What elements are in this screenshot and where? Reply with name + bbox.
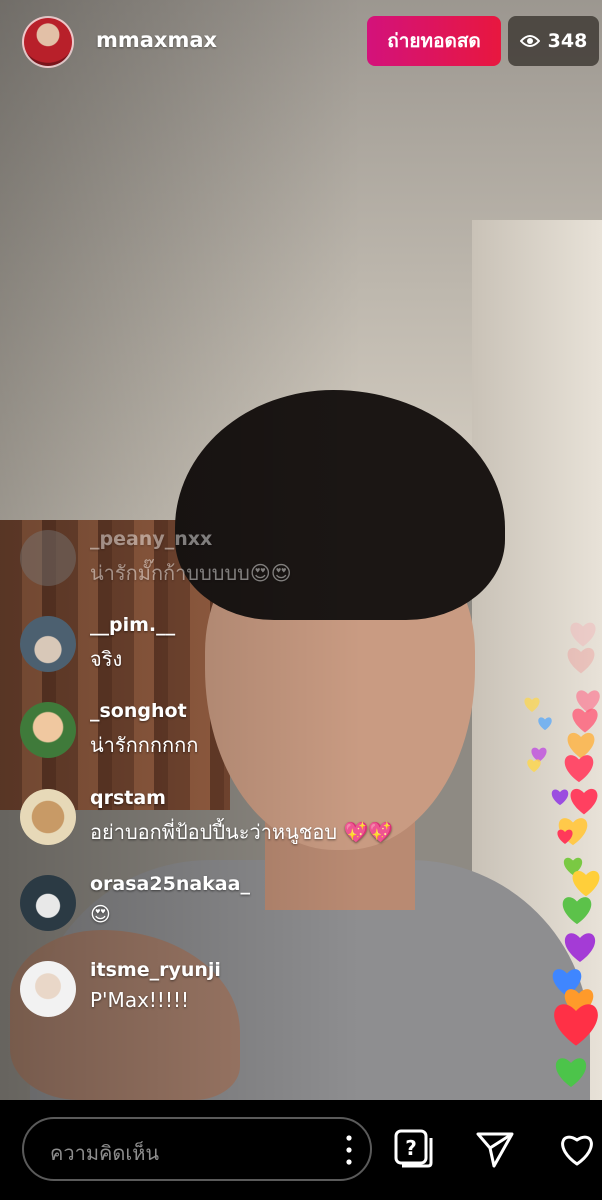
- comment-avatar[interactable]: [20, 961, 76, 1017]
- comment-avatar[interactable]: [20, 875, 76, 931]
- comment-emoji: 😍😍: [249, 561, 292, 585]
- heart-icon: [570, 788, 598, 815]
- heart-icon: [570, 622, 596, 647]
- heart-icon: [554, 1004, 598, 1046]
- comment-username[interactable]: __pim.__: [90, 614, 175, 636]
- comment-item: itsme_ryunji P'Max!!!!!: [20, 959, 490, 1021]
- comment-username[interactable]: orasa25nakaa_: [90, 873, 250, 895]
- heart-icon: [524, 697, 540, 712]
- bottom-bar: ความคิดเห็น ?: [0, 1100, 602, 1200]
- svg-text:?: ?: [405, 1136, 417, 1160]
- viewer-count-badge[interactable]: 348: [508, 16, 599, 66]
- comment-placeholder: ความคิดเห็น: [50, 1141, 160, 1165]
- heart-icon: [557, 829, 573, 844]
- comment-username[interactable]: _songhot: [90, 700, 187, 722]
- comment-avatar[interactable]: [20, 789, 76, 845]
- comment-text: จริง: [90, 647, 123, 671]
- comment-item: __pim.__ จริง: [20, 614, 490, 676]
- heart-icon: [555, 1058, 587, 1087]
- send-icon[interactable]: [474, 1128, 516, 1170]
- heart-icon: [527, 759, 541, 773]
- comment-text: 😍: [90, 902, 111, 926]
- live-stream-screen: mmaxmax ถ่ายทอดสด 348 _peany_nxx น่ารักม…: [0, 0, 602, 1200]
- live-badge: ถ่ายทอดสด: [367, 16, 501, 66]
- comment-text: น่ารักกกกกก: [90, 733, 199, 757]
- comment-feed: _peany_nxx น่ารักมั๊กก้าบบบบบ😍😍 __pim.__…: [20, 520, 490, 1020]
- comment-emoji: 😍: [90, 902, 111, 926]
- question-sticker-icon[interactable]: ?: [392, 1128, 434, 1170]
- heart-icon: [538, 717, 552, 731]
- comment-item: _songhot น่ารักกกกกก: [20, 700, 490, 762]
- live-header: mmaxmax ถ่ายทอดสด 348: [0, 16, 602, 68]
- comment-emoji: 💖💖: [343, 820, 394, 844]
- host-username[interactable]: mmaxmax: [96, 28, 217, 52]
- comment-text: P'Max!!!!!: [90, 988, 189, 1012]
- heart-outline-icon[interactable]: [556, 1128, 598, 1170]
- heart-icon: [551, 789, 569, 806]
- comment-username[interactable]: itsme_ryunji: [90, 959, 221, 981]
- heart-icon: [567, 647, 595, 674]
- host-avatar[interactable]: [22, 16, 74, 68]
- heart-icon: [562, 897, 592, 925]
- live-label: ถ่ายทอดสด: [387, 30, 481, 52]
- comment-item: orasa25nakaa_ 😍: [20, 873, 490, 935]
- heart-icon: [564, 755, 594, 783]
- comment-item: qrstam อย่าบอกพี่ป้อปปี้นะว่าหนูชอบ 💖💖: [20, 787, 490, 849]
- comment-avatar[interactable]: [20, 530, 76, 586]
- comment-username[interactable]: _peany_nxx: [90, 528, 212, 550]
- heart-icon: [564, 933, 596, 962]
- eye-icon: [519, 35, 540, 47]
- more-vertical-icon[interactable]: [346, 1133, 352, 1167]
- comment-item: _peany_nxx น่ารักมั๊กก้าบบบบบ😍😍: [20, 528, 490, 590]
- comment-text: น่ารักมั๊กก้าบบบบบ😍😍: [90, 561, 292, 585]
- viewer-count: 348: [547, 30, 588, 52]
- comment-text: อย่าบอกพี่ป้อปปี้นะว่าหนูชอบ 💖💖: [90, 820, 394, 844]
- comment-avatar[interactable]: [20, 702, 76, 758]
- comment-input[interactable]: ความคิดเห็น: [22, 1117, 372, 1181]
- comment-username[interactable]: qrstam: [90, 787, 166, 809]
- comment-avatar[interactable]: [20, 616, 76, 672]
